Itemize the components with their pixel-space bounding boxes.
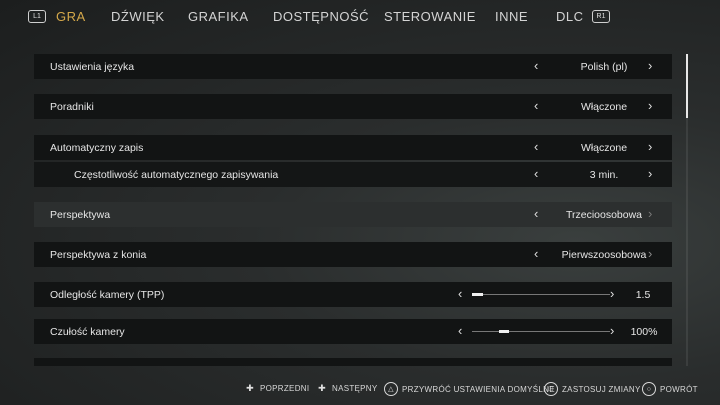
setting-row-horse-perspective[interactable]: Perspektywa z konia ‹ Pierwszoosobowa ›: [34, 242, 672, 267]
tab-inne[interactable]: INNE: [495, 9, 528, 24]
setting-value: Włączone: [580, 100, 628, 113]
triangle-button-icon: △: [384, 382, 398, 396]
chevron-left-icon[interactable]: ‹: [534, 246, 538, 261]
setting-value: Włączone: [580, 141, 628, 154]
camera-sensitivity-slider-track[interactable]: [472, 331, 610, 332]
chevron-right-icon[interactable]: ›: [648, 58, 652, 73]
setting-label: Częstotliwość automatycznego zapisywania: [74, 168, 279, 181]
chevron-right-icon[interactable]: ›: [610, 286, 614, 301]
setting-label: Perspektywa: [50, 208, 111, 221]
chevron-left-icon[interactable]: ‹: [534, 206, 538, 221]
tab-grafika[interactable]: GRAFIKA: [188, 9, 249, 24]
chevron-right-icon[interactable]: ›: [648, 139, 652, 154]
setting-row-partial: [34, 358, 672, 366]
setting-label: Poradniki: [50, 100, 94, 113]
chevron-left-icon[interactable]: ‹: [534, 98, 538, 113]
setting-value: Polish (pl): [580, 60, 628, 73]
setting-label: Perspektywa z konia: [50, 248, 147, 261]
setting-value: 3 min.: [589, 168, 619, 181]
tab-dostepnosc[interactable]: DOSTĘPNOŚĆ: [273, 9, 369, 24]
square-button-icon: □: [544, 382, 558, 396]
tab-sterowanie[interactable]: STEROWANIE: [384, 9, 476, 24]
hint-apply-changes[interactable]: □ ZASTOSUJ ZMIANY: [544, 382, 641, 396]
chevron-right-icon[interactable]: ›: [648, 98, 652, 113]
camera-distance-slider-fill[interactable]: [472, 293, 483, 296]
hint-label: NASTĘPNY: [332, 383, 378, 393]
scrollbar-thumb[interactable]: [686, 54, 688, 118]
r1-button-icon[interactable]: R1: [592, 10, 610, 23]
camera-sensitivity-slider-fill[interactable]: [499, 330, 509, 333]
setting-row-tutorials[interactable]: Poradniki ‹ Włączone ›: [34, 94, 672, 119]
chevron-left-icon[interactable]: ‹: [534, 58, 538, 73]
button-hints-bar: ✚ POPRZEDNI ✚ NASTĘPNY △ PRZYWRÓĆ USTAWI…: [0, 376, 720, 400]
hint-back[interactable]: ○ POWRÓT: [642, 382, 698, 396]
chevron-left-icon[interactable]: ‹: [458, 286, 462, 301]
tab-dlc[interactable]: DLC: [556, 9, 584, 24]
chevron-left-icon[interactable]: ‹: [534, 166, 538, 181]
chevron-right-icon[interactable]: ›: [648, 206, 652, 221]
tab-gra[interactable]: GRA: [56, 9, 86, 24]
setting-label: Automatyczny zapis: [50, 141, 144, 154]
setting-row-camera-distance[interactable]: Odległość kamery (TPP) ‹ › 1.5: [34, 282, 672, 307]
chevron-right-icon[interactable]: ›: [648, 246, 652, 261]
tab-dzwiek[interactable]: DŹWIĘK: [111, 9, 165, 24]
setting-row-autosave-frequency[interactable]: Częstotliwość automatycznego zapisywania…: [34, 162, 672, 187]
chevron-left-icon[interactable]: ‹: [534, 139, 538, 154]
setting-row-camera-sensitivity[interactable]: Czułość kamery ‹ › 100%: [34, 319, 672, 344]
dpad-right-icon: ✚: [318, 382, 326, 393]
setting-label: Ustawienia języka: [50, 60, 135, 73]
hint-label: ZASTOSUJ ZMIANY: [562, 384, 641, 394]
setting-row-language[interactable]: Ustawienia języka ‹ Polish (pl) ›: [34, 54, 672, 79]
setting-value: Pierwszoosobowa: [561, 248, 647, 261]
chevron-left-icon[interactable]: ‹: [458, 323, 462, 338]
camera-distance-slider-track[interactable]: [472, 294, 610, 295]
hint-label: POWRÓT: [660, 384, 698, 394]
hint-reset-defaults[interactable]: △ PRZYWRÓĆ USTAWIENIA DOMYŚLNE: [384, 382, 555, 396]
hint-label: PRZYWRÓĆ USTAWIENIA DOMYŚLNE: [402, 384, 555, 394]
chevron-right-icon[interactable]: ›: [610, 323, 614, 338]
setting-value: Trzecioosobowa: [565, 208, 643, 221]
setting-value: 1.5: [635, 288, 651, 301]
hint-label: POPRZEDNI: [260, 383, 310, 393]
l1-button-icon[interactable]: L1: [28, 10, 46, 23]
setting-row-autosave[interactable]: Automatyczny zapis ‹ Włączone ›: [34, 135, 672, 160]
hint-next[interactable]: ✚ NASTĘPNY: [316, 382, 378, 394]
setting-label: Czułość kamery: [50, 325, 125, 338]
setting-value: 100%: [630, 325, 658, 338]
dpad-left-icon: ✚: [246, 382, 254, 393]
setting-row-perspective[interactable]: Perspektywa ‹ Trzecioosobowa ›: [34, 202, 672, 227]
hint-previous[interactable]: ✚ POPRZEDNI: [244, 382, 309, 394]
chevron-right-icon[interactable]: ›: [648, 166, 652, 181]
circle-button-icon: ○: [642, 382, 656, 396]
setting-label: Odległość kamery (TPP): [50, 288, 165, 301]
top-tab-bar: L1 GRA DŹWIĘK GRAFIKA DOSTĘPNOŚĆ STEROWA…: [0, 0, 720, 32]
